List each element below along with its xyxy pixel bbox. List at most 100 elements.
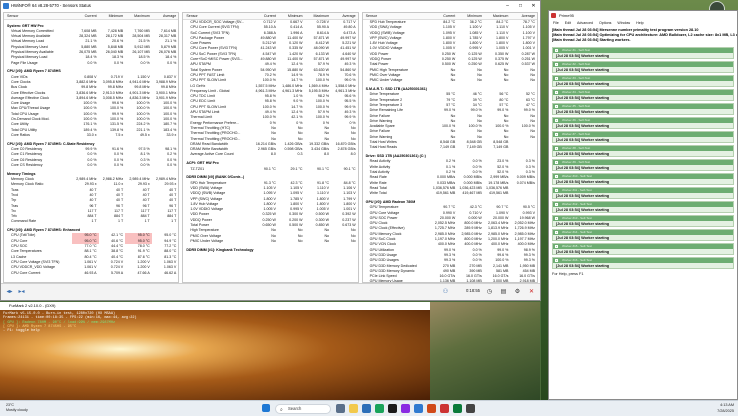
header-cell[interactable]: Sensor: [363, 13, 431, 19]
header-cell[interactable]: Minimum: [99, 13, 126, 19]
nav-left-icon[interactable]: ◂▸: [5, 287, 14, 297]
settings-icon[interactable]: ⚙: [513, 287, 522, 297]
worker-status: [Jul 28 03:54] Worker starting: [556, 221, 610, 226]
menu-advanced[interactable]: Advanced: [577, 20, 593, 27]
sensor-name: CPU Core Current: [11, 270, 41, 275]
worker-window[interactable]: Worker #16 - Self-Test [Jul 28 03:54] Wor…: [552, 256, 734, 269]
reset-icon[interactable]: ✕: [527, 287, 536, 297]
prime95-taskbar-icon[interactable]: [440, 404, 449, 413]
sensor-row[interactable]: Average Active Core Count 8.0 0.3 8.0 8.0: [183, 152, 357, 157]
header-cell[interactable]: Current: [72, 13, 99, 19]
worker-window[interactable]: Worker #8 - Self-Test [Jul 28 03:54] Work…: [552, 144, 734, 157]
desktop-wallpaper-bottom: [430, 302, 540, 400]
worker-icon: [555, 76, 558, 80]
sensor-row[interactable]: Page File Usage 0.0 % 0.0 % 0.0 % 0.0 %: [4, 61, 178, 66]
app-icon[interactable]: [453, 404, 462, 413]
worker-title: Worker #1 - Self-Test: [562, 47, 591, 52]
menu-file[interactable]: File: [553, 20, 559, 27]
header-cell[interactable]: Current: [251, 13, 278, 19]
weather-widget[interactable]: 23°C Mostly cloudy: [6, 403, 28, 412]
file-explorer-icon[interactable]: [349, 404, 358, 413]
sensor-value: 8.0: [270, 152, 276, 157]
worker-status: [Jul 28 03:54] Worker starting: [556, 235, 610, 240]
search-box[interactable]: ⌕ Search: [275, 404, 331, 414]
worker-title: Worker #16 - Self-Test: [562, 257, 592, 262]
prime95-title: Prime95: [559, 13, 574, 18]
sensor-value: 90.1 °C: [263, 166, 276, 171]
sensor-value: 0.3: [297, 152, 303, 157]
header-cell[interactable]: Maximum: [304, 13, 331, 19]
sensor-columns: Sensor Current Minimum Maximum Average System…: [3, 12, 538, 283]
worker-status: [Jul 28 03:54] Worker starting: [556, 109, 610, 114]
header-cell[interactable]: Minimum: [457, 13, 484, 19]
sensor-row[interactable]: CPU Core Current 46.93 A 5.709 A 47.66 A 46.…: [4, 271, 178, 276]
sensor-value: 0.0 %: [87, 60, 97, 65]
sensor-row[interactable]: Core Ratios 33.0 x 7.5 x 49.5 x 33.9 x: [4, 133, 178, 138]
maximize-button[interactable]: □: [514, 1, 527, 11]
browser-icon[interactable]: [362, 404, 371, 413]
worker-status: [Jul 28 03:54] Worker starting: [556, 67, 610, 72]
worker-window[interactable]: Worker #3 - Self-Test [Jul 28 03:54] Work…: [552, 74, 734, 87]
header-cell[interactable]: Average: [331, 13, 358, 19]
sensor-row[interactable]: Total Host Reads 7,149 GB 7,149 GB 7,149 GB: [363, 145, 537, 150]
worker-window[interactable]: Worker #14 - Self-Test [Jul 28 03:54] Wor…: [552, 228, 734, 241]
sensor-name: Page File Usage: [11, 60, 38, 65]
system-clock[interactable]: 4:13 AM 7/28/2025: [717, 403, 734, 414]
sensor-value: 419,467 MB: [462, 191, 482, 196]
start-icon[interactable]: [262, 404, 270, 412]
worker-title: Worker #5 - Self-Test: [562, 103, 591, 108]
worker-window[interactable]: Worker #2 - Self-Test [Jul 28 03:54] Work…: [552, 60, 734, 73]
worker-window[interactable]: Worker #5 - Self-Test [Jul 28 03:54] Work…: [552, 102, 734, 115]
sensor-value: 0.0 %: [113, 162, 124, 167]
sensor-row[interactable]: Write Total 419,561 MB 419,467 MB 419,561 M…: [363, 191, 537, 196]
furmark-taskbar-icon[interactable]: [427, 404, 436, 413]
header-cell[interactable]: Average: [152, 13, 179, 19]
prime95-titlebar: Prime95: [549, 11, 737, 20]
header-cell[interactable]: Sensor: [4, 13, 72, 19]
store-icon[interactable]: [375, 404, 384, 413]
report-icon[interactable]: ▤: [499, 287, 508, 297]
worker-window[interactable]: Worker #1 - Self-Test [Jul 28 03:54] Work…: [552, 46, 734, 59]
header-cell[interactable]: Average: [510, 13, 537, 19]
worker-window[interactable]: Worker #9 - Self-Test [Jul 28 03:54] Work…: [552, 158, 734, 171]
worker-window[interactable]: Worker #12 - Self-Test [Jul 28 03:54] Wor…: [552, 200, 734, 213]
log-line: [Main thread Jul 28 03:54] Starting work…: [552, 38, 631, 43]
osd-line: - F1: toggle help: [3, 329, 40, 334]
worker-window[interactable]: Worker #7 - Self-Test [Jul 28 03:54] Work…: [552, 130, 734, 143]
worker-window[interactable]: Worker #4 - Self-Test [Jul 28 03:54] Work…: [552, 88, 734, 101]
sensor-value: No: [477, 78, 482, 83]
hwinfo-taskbar-icon[interactable]: [414, 404, 423, 413]
clock-icon[interactable]: ◷: [485, 287, 494, 297]
terminal-icon[interactable]: [388, 404, 397, 413]
sensor-row[interactable]: TZ.TZ01 90.1 °C 29.1 °C 90.1 °C 90.1 °C: [183, 167, 357, 172]
sensor-row[interactable]: PMIC Under Voltage No No No No: [363, 78, 537, 83]
worker-title: Worker #14 - Self-Test: [562, 229, 592, 234]
close-button[interactable]: ✕: [527, 1, 540, 11]
worker-window[interactable]: Worker #11 - Self-Test [Jul 28 03:54] Wor…: [552, 186, 734, 199]
menu-options[interactable]: Options: [599, 20, 611, 27]
menu-help[interactable]: Help: [636, 20, 643, 27]
menu-edit[interactable]: Edit: [565, 20, 571, 27]
worker-title: Worker #9 - Self-Test: [562, 159, 591, 164]
header-cell[interactable]: Current: [431, 13, 458, 19]
network-icon[interactable]: ⚇: [441, 287, 450, 297]
sensor-row[interactable]: PMIC Under Voltage No No No No: [183, 239, 357, 244]
sensor-row[interactable]: Core CS Residency 0.0 % 0.0 % 0.0 % 0.0 %: [4, 163, 178, 168]
header-cell[interactable]: Maximum: [125, 13, 152, 19]
minimize-button[interactable]: –: [501, 1, 514, 11]
app-icon[interactable]: [401, 404, 410, 413]
header-cell[interactable]: Minimum: [278, 13, 305, 19]
worker-window[interactable]: Worker #10 - Self-Test [Jul 28 03:54] Wor…: [552, 172, 734, 185]
worker-window[interactable]: Worker #13 - Self-Test [Jul 28 03:54] Wor…: [552, 214, 734, 227]
sensor-row[interactable]: Command Rate 1 T 1 T 1 T 1 T: [4, 219, 178, 224]
task-view-icon[interactable]: [336, 404, 345, 413]
header-cell[interactable]: Sensor: [183, 13, 251, 19]
nav-right-icon[interactable]: ▸◂: [17, 287, 26, 297]
sensor-value: 46.62 A: [164, 270, 177, 275]
app-icon[interactable]: [466, 404, 475, 413]
worker-window[interactable]: Worker #6 - Self-Test [Jul 28 03:54] Work…: [552, 116, 734, 129]
header-cell[interactable]: Maximum: [484, 13, 511, 19]
sensor-group-header[interactable]: DDR5 DIMM [#1]: Kingbank Technology: [183, 248, 357, 253]
menu-window[interactable]: Window: [617, 20, 630, 27]
worker-window[interactable]: Worker #15 - Self-Test [Jul 28 03:54] Wor…: [552, 242, 734, 255]
